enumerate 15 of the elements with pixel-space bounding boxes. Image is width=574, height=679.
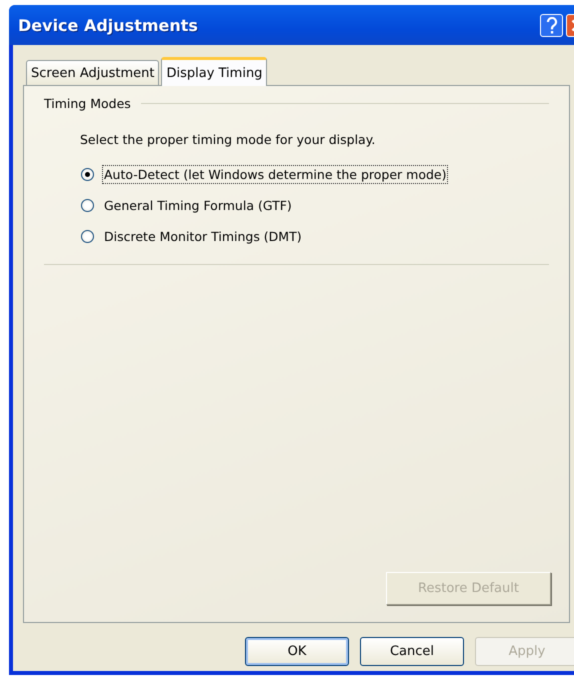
tab[interactable]: Display Timing [161,57,268,86]
dialog-button[interactable]: OK [245,637,349,666]
question-mark-icon [546,16,558,34]
radio-label[interactable]: Auto-Detect (let Windows determine the proper mode) [102,165,448,184]
dialog-button[interactable]: Cancel [360,637,464,666]
tab[interactable]: Screen Adjustment [26,60,160,85]
group-title: Timing Modes [44,96,131,111]
instruction-text: Select the proper timing mode for your display. [80,132,376,147]
help-button[interactable] [540,14,563,36]
radio-button[interactable] [81,168,94,181]
window-title: Device Adjustments [17,16,199,34]
radio-button[interactable] [81,199,94,212]
radio-button[interactable] [81,230,94,243]
radio-label[interactable]: General Timing Formula (GTF) [102,196,294,215]
radio-label[interactable]: Discrete Monitor Timings (DMT) [102,227,304,246]
